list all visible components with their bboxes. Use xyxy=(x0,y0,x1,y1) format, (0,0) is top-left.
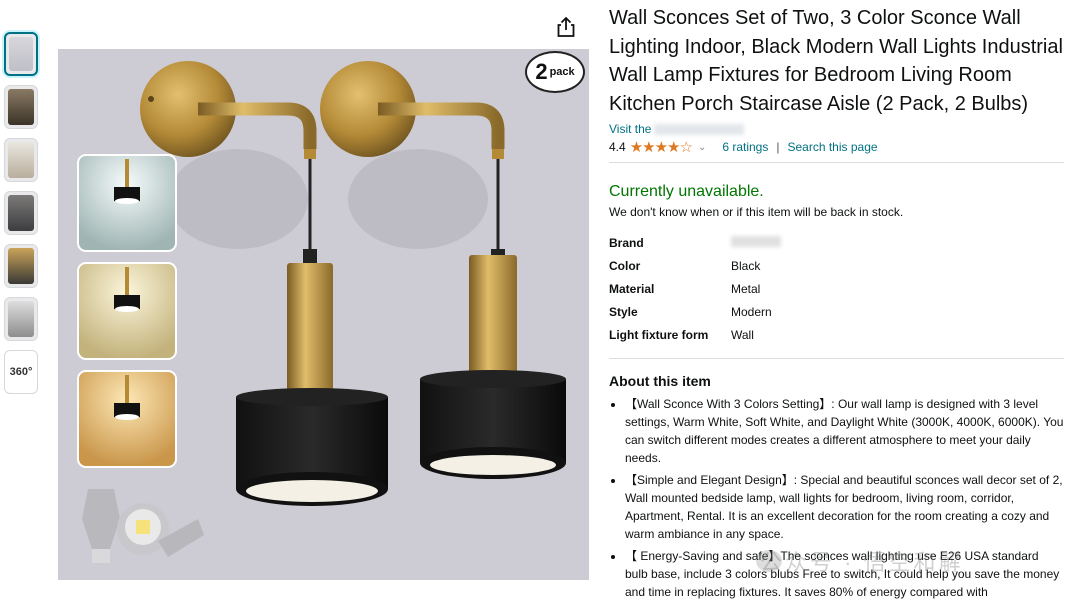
spec-row-material: Material Metal xyxy=(609,277,781,300)
product-info: Wall Sconces Set of Two, 3 Color Sconce … xyxy=(609,0,1064,605)
bullet-item: 【Wall Sconce With 3 Colors Setting】: Our… xyxy=(625,395,1064,467)
store-link-prefix: Visit the xyxy=(609,122,652,136)
search-this-page-link[interactable]: Search this page xyxy=(787,140,877,154)
divider xyxy=(609,162,1064,163)
spec-key: Style xyxy=(609,304,638,319)
about-heading: About this item xyxy=(609,373,711,389)
thumbnail-2[interactable] xyxy=(4,85,38,129)
thumbnail-5[interactable] xyxy=(4,244,38,288)
inset-warm-white xyxy=(77,370,177,468)
spec-row-style: Style Modern xyxy=(609,300,781,323)
availability-message: We don't know when or if this item will … xyxy=(609,205,904,219)
thumbnail-1[interactable] xyxy=(4,32,38,76)
thumbnail-4[interactable] xyxy=(4,191,38,235)
inset-daylight xyxy=(77,154,177,252)
share-icon[interactable] xyxy=(555,16,577,38)
spec-row-brand: Brand xyxy=(609,231,781,254)
spec-row-color: Color Black xyxy=(609,254,781,277)
rating-row: 4.4 ★★★★☆ ⌄ 6 ratings | Search this page xyxy=(609,138,1064,156)
separator: | xyxy=(776,140,780,154)
rotate-360-icon: 360° xyxy=(9,366,33,378)
spec-table: Brand Color Black Material Metal Style M… xyxy=(609,231,781,346)
about-bullets: 【Wall Sconce With 3 Colors Setting】: Our… xyxy=(609,395,1064,601)
bullet-item: 【 Energy-Saving and safe】The sconces wal… xyxy=(625,547,1064,601)
spec-key: Light fixture form xyxy=(609,327,709,342)
spec-value-redacted xyxy=(731,231,781,254)
spec-key: Color xyxy=(609,258,641,273)
spec-row-fixture-form: Light fixture form Wall xyxy=(609,323,781,346)
thumbnail-360-view[interactable]: 360° xyxy=(4,350,38,394)
pack-label: pack xyxy=(549,66,575,78)
spec-value: Black xyxy=(731,258,761,273)
spec-value: Metal xyxy=(731,281,761,296)
store-name-redacted xyxy=(654,124,744,135)
thumbnail-6[interactable] xyxy=(4,297,38,341)
main-product-image[interactable] xyxy=(58,49,589,580)
ratings-count-link[interactable]: 6 ratings xyxy=(722,140,768,154)
chevron-down-icon[interactable]: ⌄ xyxy=(698,142,706,153)
spec-key: Material xyxy=(609,281,655,296)
availability-status: Currently unavailable. xyxy=(609,183,764,200)
watermark-logo-icon xyxy=(756,550,782,572)
pack-count: 2 xyxy=(535,59,548,84)
rating-value: 4.4 xyxy=(609,140,626,154)
sconce-illustration xyxy=(58,49,589,580)
spec-value: Modern xyxy=(731,304,772,319)
product-title: Wall Sconces Set of Two, 3 Color Sconce … xyxy=(609,7,1063,115)
spec-value: Wall xyxy=(731,327,754,342)
star-rating-icon[interactable]: ★★★★☆ xyxy=(630,138,693,156)
thumbnail-strip: 360° xyxy=(4,32,40,403)
two-pack-badge: 2 pack xyxy=(525,51,585,93)
spec-key: Brand xyxy=(609,235,644,250)
store-link[interactable]: Visit the xyxy=(609,122,1064,136)
bullet-item: 【Simple and Elegant Design】: Special and… xyxy=(625,471,1064,543)
thumbnail-3[interactable] xyxy=(4,138,38,182)
divider xyxy=(609,358,1064,359)
inset-soft-white xyxy=(77,262,177,360)
